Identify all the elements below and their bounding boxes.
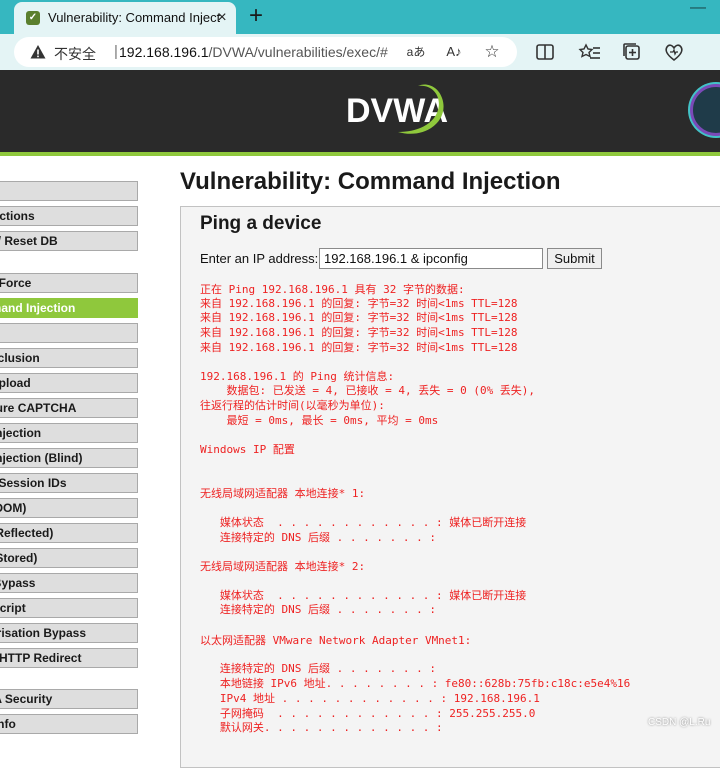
output-line: 正在 Ping 192.168.196.1 具有 32 字节的数据:: [200, 283, 465, 296]
read-aloud-icon[interactable]: A♪: [442, 40, 466, 64]
sidebar-item-label: XSS (DOM): [0, 501, 27, 515]
output-line: 连接特定的 DNS 后缀 . . . . . . . :: [200, 531, 436, 544]
address-bar: 不安全 | 192.168.196.1/DVWA/vulnerabilities…: [0, 34, 720, 70]
url-field[interactable]: 不安全 | 192.168.196.1/DVWA/vulnerabilities…: [14, 37, 517, 67]
sidebar-item-label: Brute Force: [0, 276, 32, 290]
sidebar-item-xss-stored[interactable]: XSS (Stored): [0, 548, 138, 568]
sidebar-item-sql-injection-blind[interactable]: SQL Injection (Blind): [0, 448, 138, 468]
output-line: 连接特定的 DNS 后缀 . . . . . . . :: [200, 662, 436, 675]
sidebar-item-label: Authorisation Bypass: [0, 626, 87, 640]
browser-tab[interactable]: ✓ Vulnerability: Command Injectio ×: [14, 2, 236, 34]
output-line: 媒体状态 . . . . . . . . . . . . : 媒体已断开连接: [200, 516, 527, 529]
browser-tab-bar: ✓ Vulnerability: Command Injectio × + —: [0, 0, 720, 34]
sidebar-item-label: XSS (Stored): [0, 551, 38, 565]
translate-icon[interactable]: aあ: [404, 40, 428, 64]
sidebar-item-insecure-captcha[interactable]: Insecure CAPTCHA: [0, 398, 138, 418]
sidebar-item-label: Weak Session IDs: [0, 476, 67, 490]
sidebar-item-label: DVWA Security: [0, 692, 53, 706]
dvwa-favicon-icon: ✓: [26, 11, 40, 25]
page-title: Vulnerability: Command Injection: [180, 168, 561, 195]
ip-address-input[interactable]: [319, 248, 543, 269]
sidebar-item-xss-reflected[interactable]: XSS (Reflected): [0, 523, 138, 543]
url-host: 192.168.196.1: [119, 44, 209, 60]
browser-essentials-icon[interactable]: [662, 40, 686, 64]
sidebar-item-javascript[interactable]: JavaScript: [0, 598, 138, 618]
sidebar-item-dvwa-security[interactable]: DVWA Security: [0, 689, 138, 709]
box-title: Ping a device: [200, 213, 322, 234]
output-line: 无线局域网适配器 本地连接* 2:: [200, 560, 366, 573]
sidebar-item-command-injection[interactable]: Command Injection: [0, 298, 138, 318]
sidebar-item-label: PHP Info: [0, 717, 16, 731]
sidebar-item-authorisation-bypass[interactable]: Authorisation Bypass: [0, 623, 138, 643]
sidebar-item-label: File Inclusion: [0, 351, 40, 365]
output-line: 媒体状态 . . . . . . . . . . . . : 媒体已断开连接: [200, 589, 527, 602]
sidebar-item-label: JavaScript: [0, 601, 26, 615]
url-separator: |: [114, 43, 118, 60]
sidebar-item-home[interactable]: Home: [0, 181, 138, 201]
watermark: CSDN @L.Ru: [648, 717, 711, 728]
insecure-label[interactable]: 不安全: [54, 44, 96, 64]
tab-title: Vulnerability: Command Injectio: [48, 10, 220, 25]
sidebar-item-brute-force[interactable]: Brute Force: [0, 273, 138, 293]
submit-button[interactable]: Submit: [547, 248, 602, 269]
sidebar-item-label: Instructions: [0, 209, 35, 223]
header-accent-strip: [0, 152, 720, 156]
sidebar-item-label: CSP Bypass: [0, 576, 36, 590]
output-line: 192.168.196.1 的 Ping 统计信息:: [200, 370, 395, 383]
url-path: /DVWA/vulnerabilities/exec/#: [208, 44, 388, 60]
output-line: 以太网适配器 VMware Network Adapter VMnet1:: [200, 634, 472, 647]
sidebar-item-label: XSS (Reflected): [0, 526, 54, 540]
sidebar-item-open-http-redirect[interactable]: Open HTTP Redirect: [0, 648, 138, 668]
output-line: 本地链接 IPv6 地址. . . . . . . . : fe80::628b…: [200, 677, 631, 690]
sidebar-item-label: Insecure CAPTCHA: [0, 401, 77, 415]
collections-icon[interactable]: [620, 40, 644, 64]
sidebar-item-csp-bypass[interactable]: CSP Bypass: [0, 573, 138, 593]
sidebar-item-label: SQL Injection: [0, 426, 42, 440]
output-line: 数据包: 已发送 = 4, 已接收 = 4, 丢失 = 0 (0% 丢失),: [200, 384, 536, 397]
output-line: IPv4 地址 . . . . . . . . . . . . : 192.16…: [200, 692, 540, 705]
sidebar-item-file-upload[interactable]: File Upload: [0, 373, 138, 393]
new-tab-button[interactable]: +: [243, 4, 269, 30]
output-line: 无线局域网适配器 本地连接* 1:: [200, 487, 366, 500]
sidebar-item-label: Open HTTP Redirect: [0, 651, 82, 665]
output-line: 最短 = 0ms, 最长 = 0ms, 平均 = 0ms: [200, 414, 439, 427]
output-line: 来自 192.168.196.1 的回复: 字节=32 时间<1ms TTL=1…: [200, 341, 518, 354]
output-line: 来自 192.168.196.1 的回复: 字节=32 时间<1ms TTL=1…: [200, 326, 518, 339]
warning-icon[interactable]: [30, 44, 46, 60]
sidebar-item-label: SQL Injection (Blind): [0, 451, 83, 465]
url-text[interactable]: 192.168.196.1/DVWA/vulnerabilities/exec/…: [119, 44, 388, 60]
sidebar-item-label: Setup / Reset DB: [0, 234, 58, 248]
output-line: Windows IP 配置: [200, 443, 295, 456]
sidebar-item-csrf[interactable]: CSRF: [0, 323, 138, 343]
sidebar-item-php-info[interactable]: PHP Info: [0, 714, 138, 734]
sidebar-item-weak-session-ids[interactable]: Weak Session IDs: [0, 473, 138, 493]
ip-address-label: Enter an IP address:: [200, 251, 319, 266]
tab-close-icon[interactable]: ×: [212, 8, 232, 28]
sidebar-item-instructions[interactable]: Instructions: [0, 206, 138, 226]
sidebar-item-label: File Upload: [0, 376, 31, 390]
sidebar-item-xss-dom[interactable]: XSS (DOM): [0, 498, 138, 518]
favorites-icon[interactable]: [578, 40, 602, 64]
output-line: 来自 192.168.196.1 的回复: 字节=32 时间<1ms TTL=1…: [200, 311, 518, 324]
output-line: 往返行程的估计时间(以毫秒为单位):: [200, 399, 385, 412]
sidebar-item-file-inclusion[interactable]: File Inclusion: [0, 348, 138, 368]
output-line: 连接特定的 DNS 后缀 . . . . . . . :: [200, 603, 436, 616]
split-screen-icon[interactable]: [533, 40, 557, 64]
output-line: 子网掩码 . . . . . . . . . . . . : 255.255.2…: [200, 707, 536, 720]
output-line: 来自 192.168.196.1 的回复: 字节=32 时间<1ms TTL=1…: [200, 297, 518, 310]
window-minimize-button[interactable]: —: [688, 0, 708, 20]
output-line: 默认网关. . . . . . . . . . . . . :: [200, 721, 443, 734]
sidebar-item-setup-reset-db[interactable]: Setup / Reset DB: [0, 231, 138, 251]
dvwa-logo: DVWA: [346, 84, 448, 134]
sidebar-item-sql-injection[interactable]: SQL Injection: [0, 423, 138, 443]
sidebar-item-label: Command Injection: [0, 301, 76, 315]
favorite-star-icon[interactable]: ☆: [480, 40, 504, 64]
